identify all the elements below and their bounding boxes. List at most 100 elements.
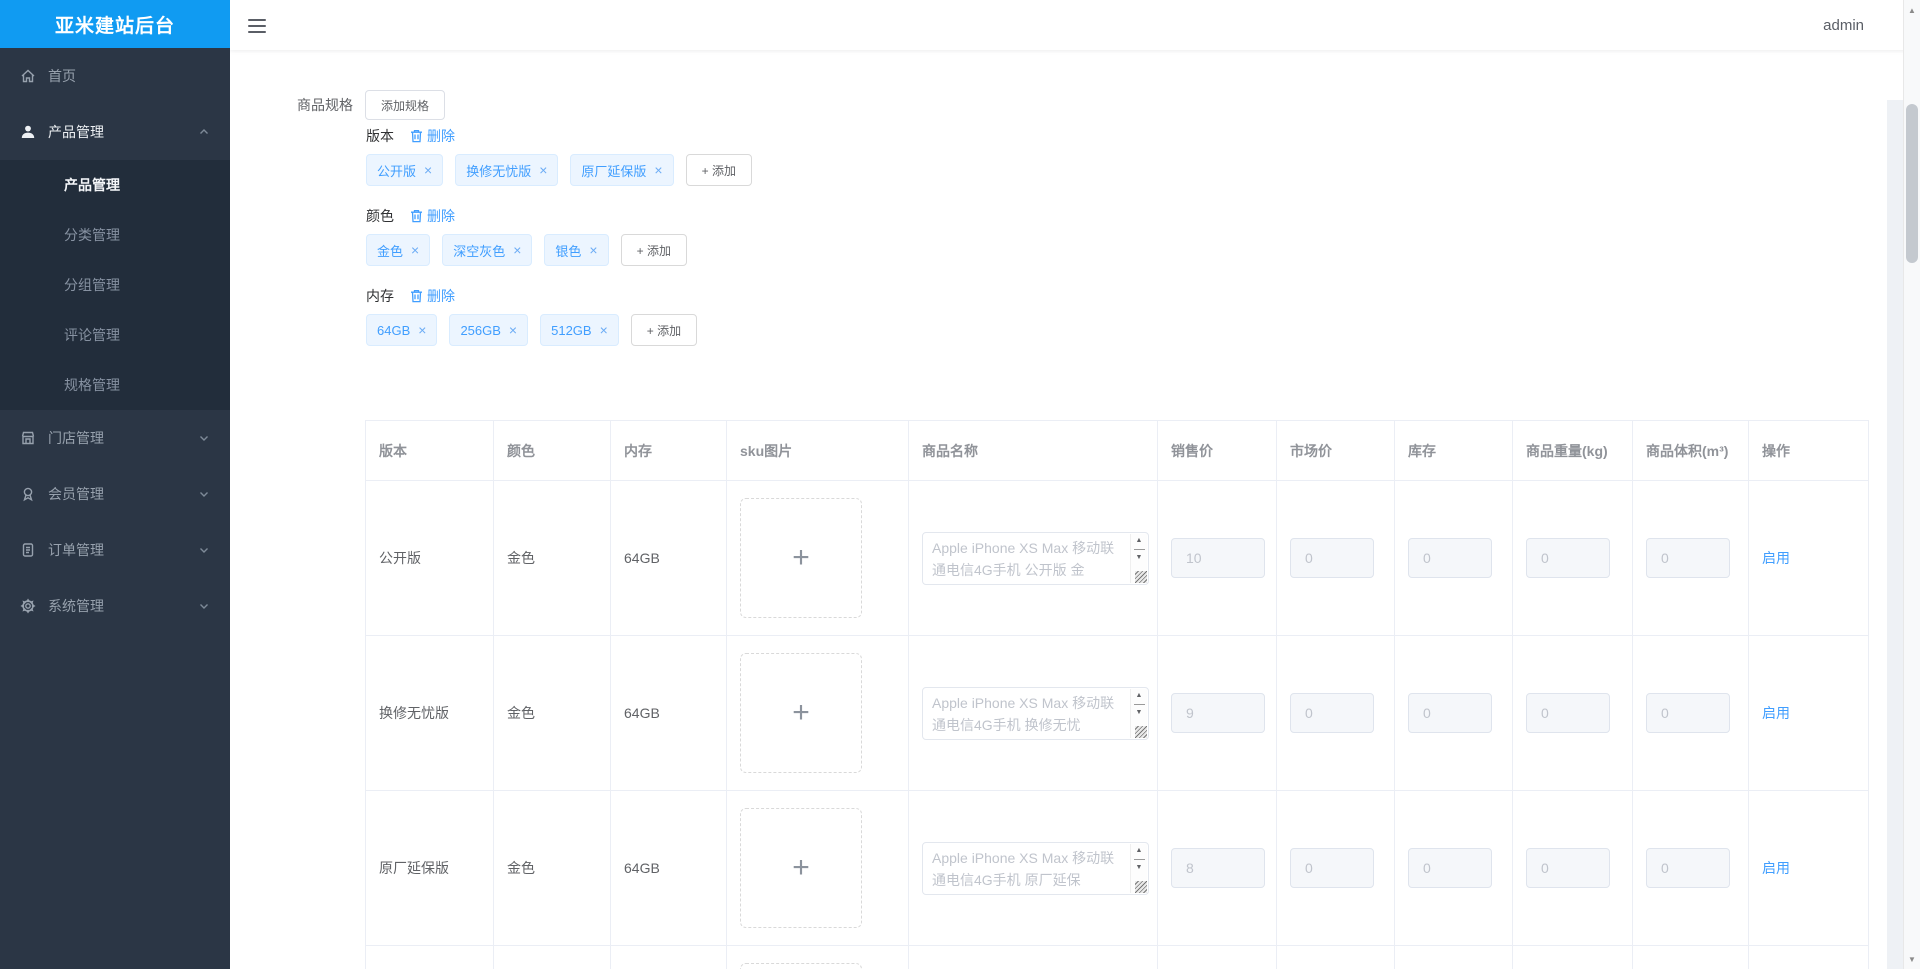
product-name-textarea[interactable]: Apple iPhone XS Max 移动联通电信4G手机 原厂延保 ▲ ▼ (922, 841, 1149, 895)
cell-memory: 64GB (610, 635, 727, 791)
resize-handle[interactable] (1135, 725, 1147, 738)
col-memory: 内存 (610, 420, 727, 481)
table-row-partial: + (365, 945, 1869, 969)
sidebar-item-label: 门店管理 (48, 430, 104, 446)
add-tag-button[interactable]: + 添加 (620, 234, 687, 266)
scroll-down-icon[interactable]: ▼ (1136, 551, 1143, 565)
close-icon[interactable]: × (654, 163, 662, 177)
market-price-input[interactable] (1290, 848, 1374, 888)
scrollbar-down-arrow[interactable]: ▼ (1904, 951, 1920, 967)
chevron-down-icon (200, 436, 208, 441)
add-tag-button[interactable]: + 添加 (685, 154, 752, 186)
cell-color: 金色 (493, 480, 611, 636)
scroll-up-icon[interactable]: ▲ (1136, 689, 1143, 703)
sale-price-input[interactable] (1171, 538, 1265, 578)
sidebar-item-store[interactable]: 门店管理 (0, 410, 230, 466)
delete-group-link[interactable]: 删除 (410, 286, 455, 306)
sidebar-item-product[interactable]: 产品管理 (0, 104, 230, 160)
chevron-down-icon (200, 492, 208, 497)
stock-input[interactable] (1408, 538, 1492, 578)
cell-version: 换修无忧版 (365, 635, 494, 791)
volume-input[interactable] (1646, 538, 1730, 578)
product-name-textarea[interactable]: Apple iPhone XS Max 移动联通电信4G手机 公开版 金 ▲ ▼ (922, 531, 1149, 585)
cell-version: 公开版 (365, 480, 494, 636)
spec-tag[interactable]: 换修无忧版 × (455, 154, 559, 186)
user-menu[interactable]: admin (1823, 0, 1864, 50)
spec-tag[interactable]: 银色 × (544, 234, 609, 266)
close-icon[interactable]: × (513, 243, 521, 257)
sidebar-subitem-comment-manage[interactable]: 评论管理 (0, 310, 230, 360)
spec-tag[interactable]: 公开版 × (366, 154, 444, 186)
sku-image-upload[interactable]: + (740, 498, 862, 618)
sale-price-input[interactable] (1171, 848, 1265, 888)
weight-input[interactable] (1526, 538, 1610, 578)
spec-tag[interactable]: 金色 × (366, 234, 431, 266)
enable-link[interactable]: 启用 (1762, 860, 1790, 876)
enable-link[interactable]: 启用 (1762, 705, 1790, 721)
sidebar-item-label: 会员管理 (48, 486, 104, 502)
trash-icon (411, 209, 422, 223)
enable-link[interactable]: 启用 (1762, 550, 1790, 566)
close-icon[interactable]: × (589, 243, 597, 257)
spec-tag[interactable]: 512GB × (540, 314, 619, 346)
sidebar-subitem-group-manage[interactable]: 分组管理 (0, 260, 230, 310)
resize-handle[interactable] (1135, 880, 1147, 893)
col-version: 版本 (365, 420, 494, 481)
delete-group-link[interactable]: 删除 (410, 206, 455, 226)
market-price-input[interactable] (1290, 693, 1374, 733)
market-price-input[interactable] (1290, 538, 1374, 578)
sidebar-item-member[interactable]: 会员管理 (0, 466, 230, 522)
spec-group-name: 内存 (366, 288, 394, 304)
product-name-textarea[interactable]: Apple iPhone XS Max 移动联通电信4G手机 换修无忧 ▲ ▼ (922, 686, 1149, 740)
volume-input[interactable] (1646, 693, 1730, 733)
stock-input[interactable] (1408, 693, 1492, 733)
col-sale-price: 销售价 (1157, 420, 1277, 481)
scroll-down-icon[interactable]: ▼ (1136, 706, 1143, 720)
scroll-up-icon[interactable]: ▲ (1136, 844, 1143, 858)
close-icon[interactable]: × (539, 163, 547, 177)
shop-icon (20, 430, 36, 446)
delete-group-link[interactable]: 删除 (410, 126, 455, 146)
close-icon[interactable]: × (424, 163, 432, 177)
scrollbar-up-arrow[interactable]: ▲ (1904, 2, 1920, 18)
sku-image-upload[interactable]: + (740, 808, 862, 928)
close-icon[interactable]: × (509, 323, 517, 337)
spec-group-header: 颜色 删除 (366, 206, 455, 226)
close-icon[interactable]: × (600, 323, 608, 337)
sale-price-input[interactable] (1171, 693, 1265, 733)
weight-input[interactable] (1526, 693, 1610, 733)
add-tag-button[interactable]: + 添加 (630, 314, 698, 346)
app-logo: 亚米建站后台 (0, 0, 230, 48)
home-icon (20, 68, 36, 84)
sidebar-item-order[interactable]: 订单管理 (0, 522, 230, 578)
sidebar-subitem-spec-manage[interactable]: 规格管理 (0, 360, 230, 410)
vertical-scrollbar[interactable]: ▲ ▼ (1903, 0, 1920, 969)
spec-tag-row: 公开版 × 换修无忧版 × 原厂延保版 × + 添加 (366, 154, 752, 186)
sku-image-upload[interactable]: + (740, 653, 862, 773)
resize-handle[interactable] (1135, 570, 1147, 583)
main-area: admin 商品规格 添加规格 版本 删除 公开版 × 换修无忧版 × 原厂延保版 ×… (230, 0, 1920, 969)
scrollbar-thumb[interactable] (1906, 104, 1918, 263)
scroll-down-icon[interactable]: ▼ (1136, 861, 1143, 875)
sidebar-item-home[interactable]: 首页 (0, 48, 230, 104)
sidebar-subitem-category-manage[interactable]: 分类管理 (0, 210, 230, 260)
weight-input[interactable] (1526, 848, 1610, 888)
stock-input[interactable] (1408, 848, 1492, 888)
spec-tag[interactable]: 原厂延保版 × (570, 154, 674, 186)
sku-table: 版本 颜色 内存 sku图片 商品名称 销售价 市场价 库存 商品重量(kg) … (365, 420, 1869, 969)
trash-icon (411, 129, 422, 143)
col-stock: 库存 (1394, 420, 1513, 481)
sku-image-upload[interactable]: + (740, 963, 862, 969)
sidebar-subitem-product-manage[interactable]: 产品管理 (0, 160, 230, 210)
add-spec-button[interactable]: 添加规格 (365, 90, 446, 120)
close-icon[interactable]: × (418, 323, 426, 337)
spec-tag[interactable]: 深空灰色 × (442, 234, 533, 266)
sidebar-item-system[interactable]: 系统管理 (0, 578, 230, 634)
scroll-up-icon[interactable]: ▲ (1136, 534, 1143, 548)
spec-tag[interactable]: 64GB × (366, 314, 438, 346)
volume-input[interactable] (1646, 848, 1730, 888)
hamburger-menu-icon[interactable] (248, 15, 268, 35)
spec-tag[interactable]: 256GB × (449, 314, 529, 346)
plus-icon: + (792, 541, 810, 574)
close-icon[interactable]: × (411, 243, 419, 257)
